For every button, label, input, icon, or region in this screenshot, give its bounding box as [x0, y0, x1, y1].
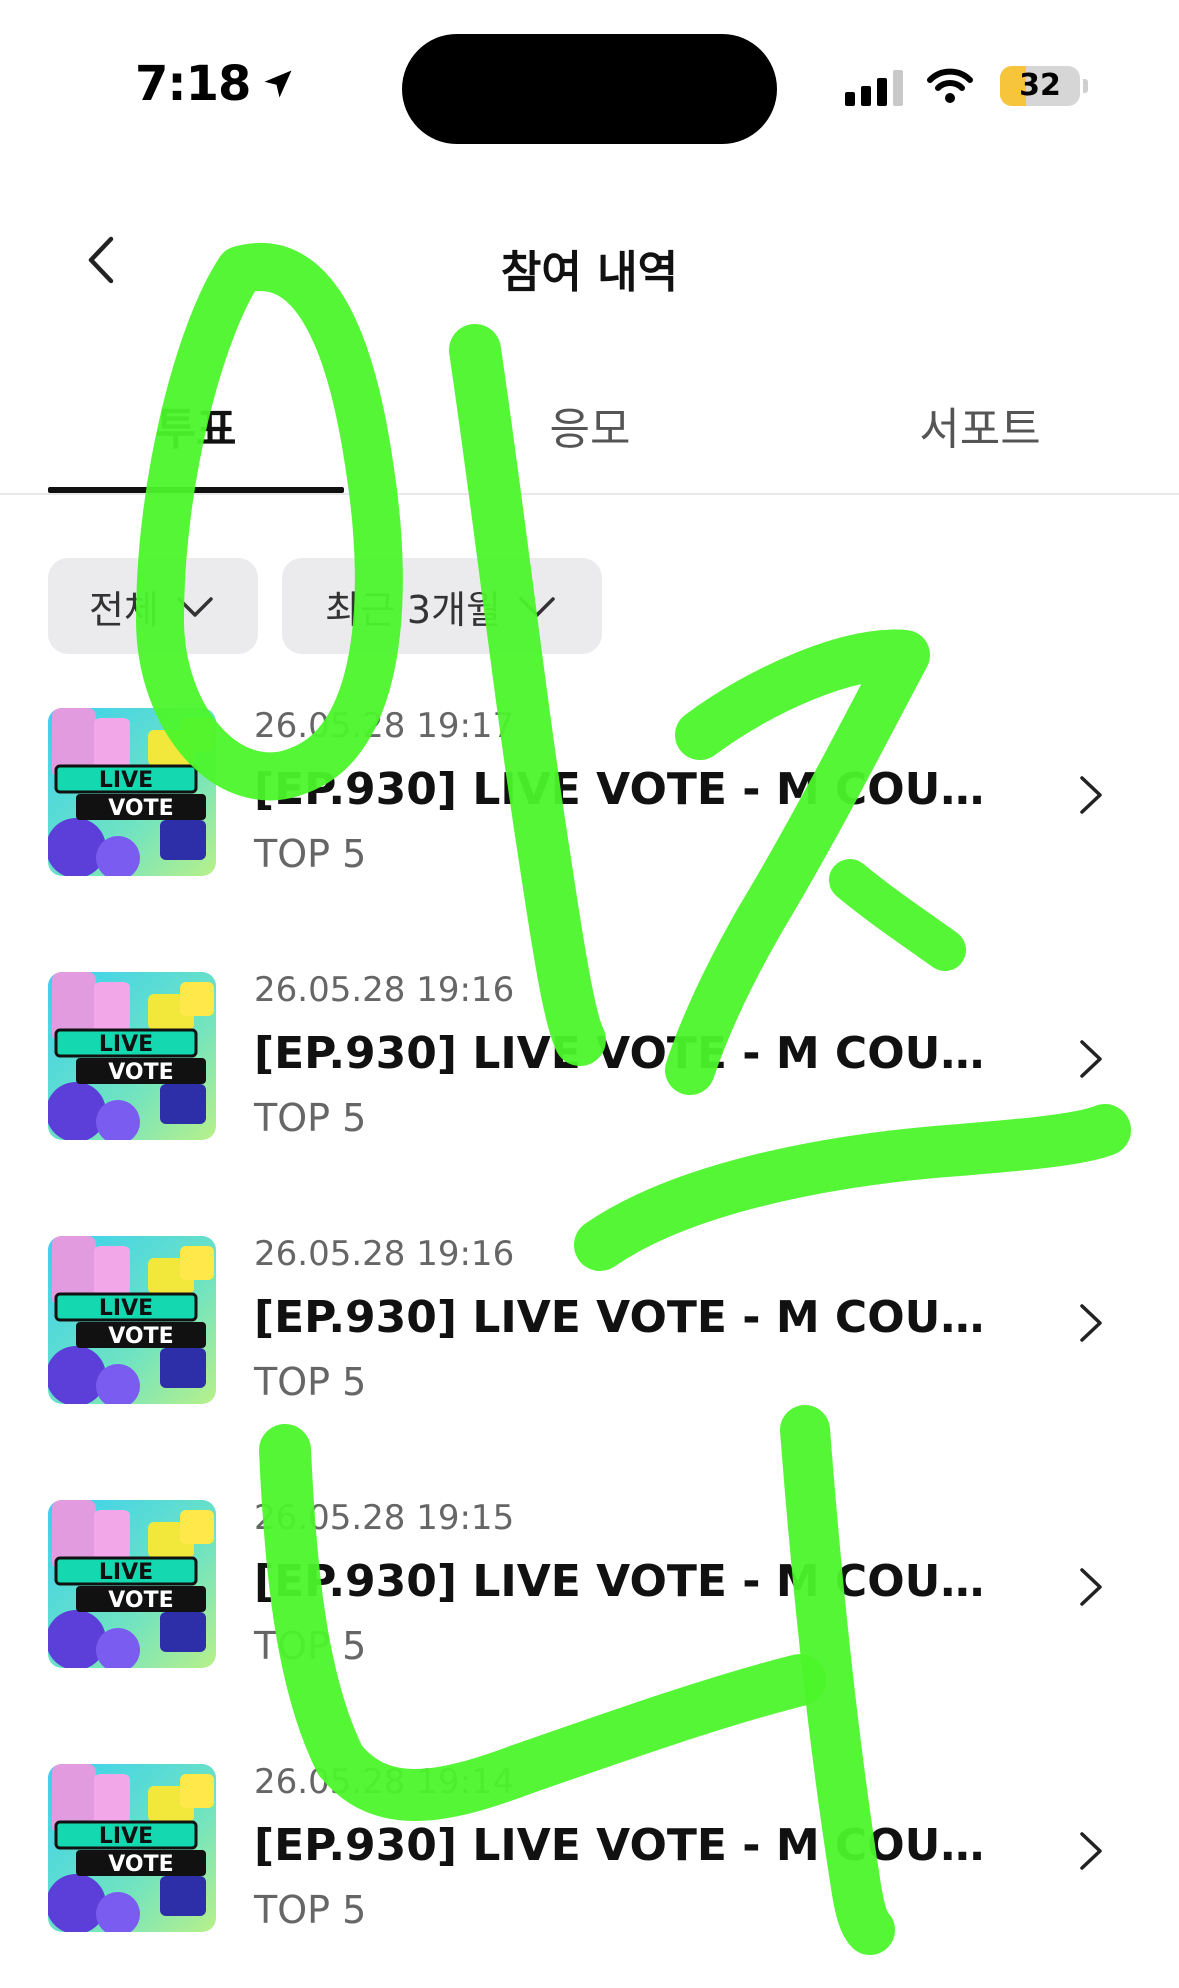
item-subtitle: TOP 5 [254, 1360, 367, 1404]
item-title: [EP.930] LIVE VOTE - M COUNTDOWN [254, 1820, 1014, 1871]
list-item[interactable]: LIVE VOTE 26.05.28 19:17 [EP.930] LIVE V… [0, 700, 1179, 890]
list-item[interactable]: LIVE VOTE 26.05.28 19:16 [EP.930] LIVE V… [0, 1228, 1179, 1418]
list-item[interactable]: LIVE VOTE 26.05.28 19:16 [EP.930] LIVE V… [0, 964, 1179, 1154]
thumbnail-text-vote: VOTE [108, 1060, 173, 1085]
thumbnail-text-live: LIVE [99, 1824, 153, 1849]
item-subtitle: TOP 5 [254, 1888, 367, 1932]
status-bar: 7:18 32 [0, 0, 1179, 150]
chevron-down-icon [519, 597, 555, 617]
filter-period-dropdown[interactable]: 최근 3개월 [282, 558, 602, 654]
thumbnail-text-vote: VOTE [108, 1588, 173, 1613]
filter-type-dropdown[interactable]: 전체 [48, 558, 258, 654]
status-time: 7:18 [135, 56, 296, 112]
item-date: 26.05.28 19:15 [254, 1498, 515, 1538]
item-title: [EP.930] LIVE VOTE - M COUNTDOWN [254, 764, 1014, 815]
thumbnail-text-vote: VOTE [108, 1324, 173, 1349]
list-item[interactable]: LIVE VOTE 26.05.28 19:15 [EP.930] LIVE V… [0, 1492, 1179, 1682]
item-date: 26.05.28 19:14 [254, 1762, 515, 1802]
thumbnail-text-live: LIVE [99, 1560, 153, 1585]
chevron-right-icon [1080, 776, 1102, 814]
location-arrow-icon [264, 70, 292, 98]
page-title: 참여 내역 [500, 247, 679, 298]
live-vote-thumbnail: LIVE VOTE [48, 1236, 216, 1404]
chevron-right-icon [1080, 1040, 1102, 1078]
nav-header: 참여 내역 [0, 200, 1179, 320]
tab-vote[interactable]: 투표 [46, 393, 346, 457]
cellular-signal-icon [845, 68, 903, 106]
live-vote-thumbnail: LIVE VOTE [48, 708, 216, 876]
item-title: [EP.930] LIVE VOTE - M COUNTDOWN [254, 1292, 1014, 1343]
item-subtitle: TOP 5 [254, 1624, 367, 1668]
list-item[interactable]: LIVE VOTE 26.05.28 19:14 [EP.930] LIVE V… [0, 1756, 1179, 1946]
active-tab-indicator [48, 487, 344, 493]
tab-entry[interactable]: 응모 [440, 393, 740, 457]
item-date: 26.05.28 19:17 [254, 706, 515, 746]
live-vote-thumbnail: LIVE VOTE [48, 1764, 216, 1932]
wifi-icon [927, 68, 973, 103]
screen: 7:18 32 참여 내역 투표 응모 서포트 전체 최근 3개월 LIVE V… [0, 0, 1179, 1988]
time-label: 7:18 [135, 56, 251, 112]
thumbnail-text-vote: VOTE [108, 796, 173, 821]
item-title: [EP.930] LIVE VOTE - M COUNTDOWN [254, 1556, 1014, 1607]
item-date: 26.05.28 19:16 [254, 1234, 515, 1274]
chevron-right-icon [1080, 1568, 1102, 1606]
chevron-right-icon [1080, 1304, 1102, 1342]
thumbnail-text-vote: VOTE [108, 1852, 173, 1877]
item-subtitle: TOP 5 [254, 832, 367, 876]
item-title: [EP.930] LIVE VOTE - M COUNTDOWN [254, 1028, 1014, 1079]
thumbnail-text-live: LIVE [99, 1296, 153, 1321]
chevron-down-icon [177, 597, 213, 617]
dynamic-island [402, 34, 777, 144]
filter-period-label: 최근 3개월 [324, 587, 502, 632]
live-vote-thumbnail: LIVE VOTE [48, 1500, 216, 1668]
item-subtitle: TOP 5 [254, 1096, 367, 1140]
tab-bar: 투표 응모 서포트 [0, 375, 1179, 495]
battery-cap [1083, 79, 1088, 93]
battery-percent: 32 [1019, 68, 1061, 103]
thumbnail-text-live: LIVE [99, 768, 153, 793]
filter-type-label: 전체 [89, 587, 159, 632]
thumbnail-text-live: LIVE [99, 1032, 153, 1057]
chevron-right-icon [1080, 1832, 1102, 1870]
item-date: 26.05.28 19:16 [254, 970, 515, 1010]
live-vote-thumbnail: LIVE VOTE [48, 972, 216, 1140]
battery-indicator: 32 [1000, 66, 1080, 106]
tab-support[interactable]: 서포트 [830, 393, 1130, 457]
